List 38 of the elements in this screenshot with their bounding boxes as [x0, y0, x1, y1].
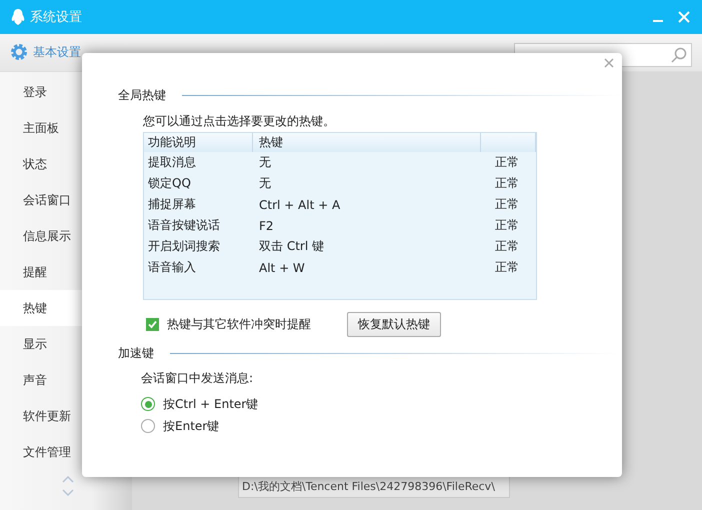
- close-icon[interactable]: [604, 58, 614, 68]
- table-cell: F2: [259, 218, 274, 232]
- table-cell: 提取消息: [148, 155, 196, 169]
- table-cell: 正常: [495, 197, 519, 211]
- table-cell: 语音输入: [148, 260, 196, 274]
- table-cell: 双击 Ctrl 键: [259, 239, 324, 253]
- table-cell: 锁定QQ: [148, 176, 191, 190]
- scroll-up-icon[interactable]: [62, 476, 74, 483]
- table-cell: Ctrl + Alt + A: [259, 198, 340, 212]
- table-cell: Alt + W: [259, 260, 305, 274]
- table-cell: 无: [259, 176, 271, 190]
- restore-default-button[interactable]: 恢复默认热键: [347, 312, 441, 337]
- checkbox[interactable]: [146, 318, 159, 331]
- column-header[interactable]: 功能说明: [144, 133, 253, 152]
- table-cell: 正常: [495, 260, 519, 274]
- table-cell: 正常: [495, 155, 519, 169]
- hint-text: 您可以通过点击选择要更改的热键。: [143, 113, 336, 130]
- scroll-down-icon[interactable]: [62, 489, 74, 496]
- prompt-text: 会话窗口中发送消息:: [141, 370, 254, 387]
- table-cell: 捕捉屏幕: [148, 197, 196, 211]
- table-cell: 开启划词搜索: [148, 239, 220, 253]
- search-icon: [671, 47, 687, 63]
- table-cell: 无: [259, 155, 271, 169]
- radio-label: 按Enter键: [163, 418, 220, 434]
- table-cell: 语音按键说话: [148, 218, 220, 232]
- gear-icon: [10, 43, 28, 61]
- table-cell: 正常: [495, 239, 519, 253]
- table-cell: 正常: [495, 176, 519, 190]
- radio-button[interactable]: [141, 397, 155, 411]
- window-title: 系统设置: [30, 9, 82, 26]
- checkbox-label: 热键与其它软件冲突时提醒: [167, 316, 311, 333]
- section-heading: 加速键: [118, 345, 154, 362]
- table-cell: 正常: [495, 218, 519, 232]
- column-header[interactable]: 热键: [253, 133, 481, 152]
- radio-button[interactable]: [141, 419, 155, 433]
- penguin-icon: [10, 8, 26, 26]
- section-heading: 全局热键: [118, 87, 166, 104]
- radio-label: 按Ctrl + Enter键: [163, 396, 258, 412]
